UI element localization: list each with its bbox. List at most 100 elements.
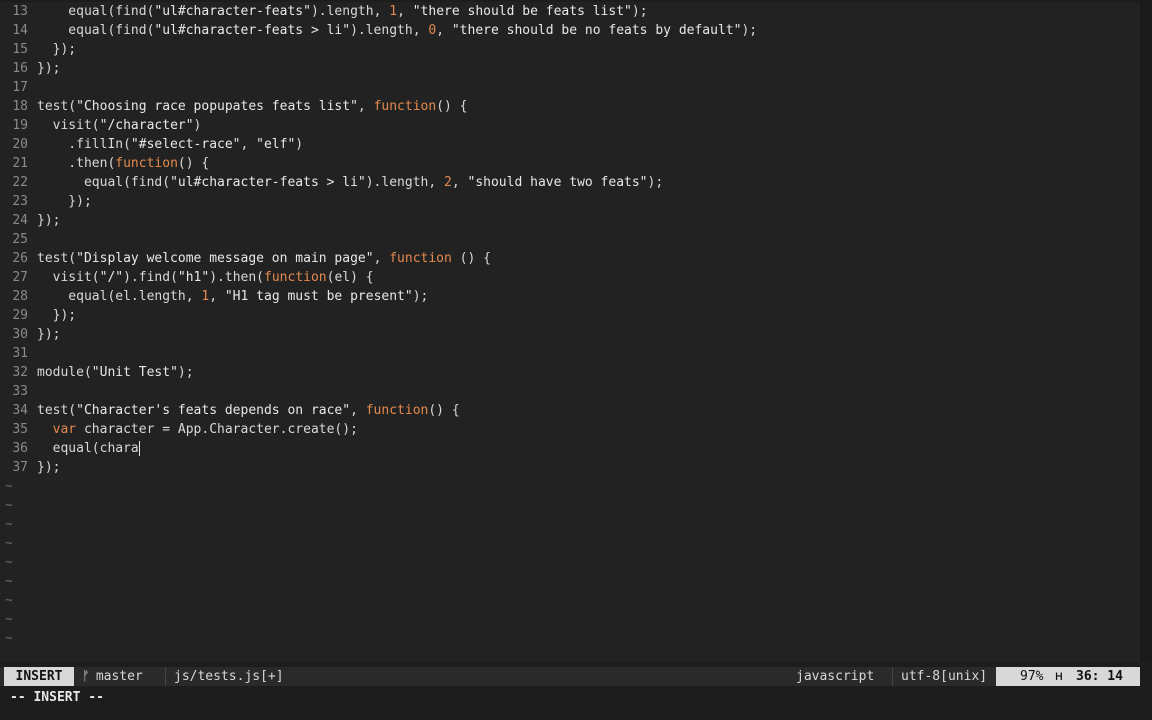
encoding-label: utf-8[unix] xyxy=(892,667,987,686)
code-token: ).find( xyxy=(123,270,178,285)
code-token: ); xyxy=(647,175,664,190)
code-text[interactable]: }); xyxy=(37,192,92,211)
code-line[interactable]: 35 var character = App.Character.create(… xyxy=(0,420,1140,439)
branch-icon: ᚠ xyxy=(82,669,90,684)
code-token: .fillIn( xyxy=(37,137,131,152)
cursor-position-block: 97% ʜ 36: 14 xyxy=(996,667,1140,686)
string-token: "#select-race" xyxy=(130,137,241,152)
code-token: () { xyxy=(428,403,460,418)
code-line[interactable]: 15 }); xyxy=(0,40,1140,59)
code-token: , xyxy=(451,175,468,190)
code-line[interactable]: 37}); xyxy=(0,458,1140,477)
line-number: 35 xyxy=(12,422,28,437)
number-token: 1 xyxy=(389,4,398,19)
code-line[interactable]: 31 xyxy=(0,344,1140,363)
code-line[interactable]: 17 xyxy=(0,78,1140,97)
code-token: ).then( xyxy=(209,270,265,285)
code-line[interactable]: 24}); xyxy=(0,211,1140,230)
code-line[interactable]: 28 equal(el.length, 1, "H1 tag must be p… xyxy=(0,287,1140,306)
code-text[interactable]: test("Choosing race popupates feats list… xyxy=(37,97,468,116)
line-number: 26 xyxy=(12,251,28,266)
code-token: , xyxy=(436,23,452,38)
line-number: 18 xyxy=(12,99,28,114)
code-text[interactable]: visit("/character") xyxy=(37,116,202,135)
code-text[interactable]: }); xyxy=(37,40,77,59)
branch-name: master xyxy=(95,669,143,684)
code-text[interactable]: }); xyxy=(37,325,60,344)
code-line[interactable]: 18 test("Choosing race popupates feats li… xyxy=(0,97,1140,116)
code-text[interactable]: equal(find("ul#character-feats > li").le… xyxy=(37,173,663,192)
code-line[interactable]: 23 }); xyxy=(0,192,1140,211)
code-text[interactable]: var character = App.Character.create(); xyxy=(37,420,358,439)
code-token: ) xyxy=(193,118,202,133)
code-text[interactable]: equal(find("ul#character-feats").length,… xyxy=(37,2,648,21)
code-token: ).length, xyxy=(310,4,390,19)
line-number: 36 xyxy=(12,441,28,456)
editor-pane[interactable]: 13 equal(find("ul#character-feats").leng… xyxy=(0,2,1152,662)
line-number-icon: ʜ xyxy=(1055,669,1063,684)
code-line[interactable]: 29 }); xyxy=(0,306,1140,325)
code-line[interactable]: 14 equal(find("ul#character-feats > li")… xyxy=(0,21,1140,40)
scroll-percent: 97% xyxy=(1020,669,1044,684)
code-text[interactable]: test("Character's feats depends on race"… xyxy=(37,401,460,420)
string-token: "/character" xyxy=(99,118,194,133)
string-token: "elf" xyxy=(256,137,296,152)
code-line[interactable]: 34 test("Character's feats depends on rac… xyxy=(0,401,1140,420)
code-line[interactable]: 20 .fillIn("#select-race", "elf") xyxy=(0,135,1140,154)
code-line[interactable]: 26 test("Display welcome message on main … xyxy=(0,249,1140,268)
code-text[interactable]: equal(chara xyxy=(37,439,140,458)
code-token: test( xyxy=(37,99,77,114)
code-text[interactable]: }); xyxy=(37,211,60,230)
line-number: 23 xyxy=(12,194,28,209)
line-number: 28 xyxy=(12,289,28,304)
keyword-token: function xyxy=(365,403,429,418)
code-line[interactable]: 19 visit("/character") xyxy=(0,116,1140,135)
code-token: ); xyxy=(631,4,648,19)
line-number: 29 xyxy=(12,308,28,323)
code-text[interactable]: equal(el.length, 1, "H1 tag must be pres… xyxy=(37,287,428,306)
code-token: ).length, xyxy=(350,23,429,38)
empty-line-marker: ~ xyxy=(5,479,13,494)
code-token: , xyxy=(240,137,257,152)
status-line: INSERT ᚠ master js/tests.js[+] javascript… xyxy=(0,667,1140,686)
code-text[interactable]: }); xyxy=(37,59,60,78)
code-token: , xyxy=(397,4,413,19)
code-text[interactable]: .fillIn("#select-race", "elf") xyxy=(37,135,303,154)
code-text[interactable]: }); xyxy=(37,306,77,325)
keyword-token: function xyxy=(373,99,437,114)
code-text[interactable]: test("Display welcome message on main pa… xyxy=(37,249,491,268)
code-token: (el) { xyxy=(326,270,374,285)
code-line[interactable]: 13 equal(find("ul#character-feats").leng… xyxy=(0,2,1140,21)
empty-line-marker: ~ xyxy=(5,498,13,513)
code-token: }); xyxy=(37,460,61,475)
code-line[interactable]: 22 equal(find("ul#character-feats > li")… xyxy=(0,173,1140,192)
code-line[interactable]: 25 xyxy=(0,230,1140,249)
command-line[interactable]: -- INSERT -- xyxy=(0,688,1152,707)
code-token: equal(find( xyxy=(37,4,155,19)
empty-line-marker: ~ xyxy=(5,631,13,646)
code-line[interactable]: 32 module("Unit Test"); xyxy=(0,363,1140,382)
code-token: , xyxy=(373,251,390,266)
code-token: , xyxy=(357,99,374,114)
code-text[interactable]: module("Unit Test"); xyxy=(37,363,194,382)
code-token: }); xyxy=(37,327,61,342)
code-line[interactable]: 33 xyxy=(0,382,1140,401)
code-line[interactable]: 21 .then(function() { xyxy=(0,154,1140,173)
code-line[interactable]: 16}); xyxy=(0,59,1140,78)
code-line[interactable]: 30}); xyxy=(0,325,1140,344)
mode-indicator: INSERT xyxy=(4,667,74,686)
code-token: ); xyxy=(177,365,194,380)
code-text[interactable]: .then(function() { xyxy=(37,154,209,173)
keyword-token: function xyxy=(264,270,327,285)
code-text[interactable]: equal(find("ul#character-feats > li").le… xyxy=(37,21,757,40)
code-text[interactable]: }); xyxy=(37,458,60,477)
line-number: 27 xyxy=(12,270,28,285)
code-text[interactable]: visit("/").find("h1").then(function(el) … xyxy=(37,268,374,287)
keyword-token: function xyxy=(389,251,452,266)
scrollbar[interactable] xyxy=(1140,0,1152,662)
code-line[interactable]: 27 visit("/").find("h1").then(function(e… xyxy=(0,268,1140,287)
line-number: 31 xyxy=(12,346,28,361)
code-line[interactable]: 36 equal(chara xyxy=(0,439,1140,458)
string-token: "Character's feats depends on race" xyxy=(76,403,351,418)
